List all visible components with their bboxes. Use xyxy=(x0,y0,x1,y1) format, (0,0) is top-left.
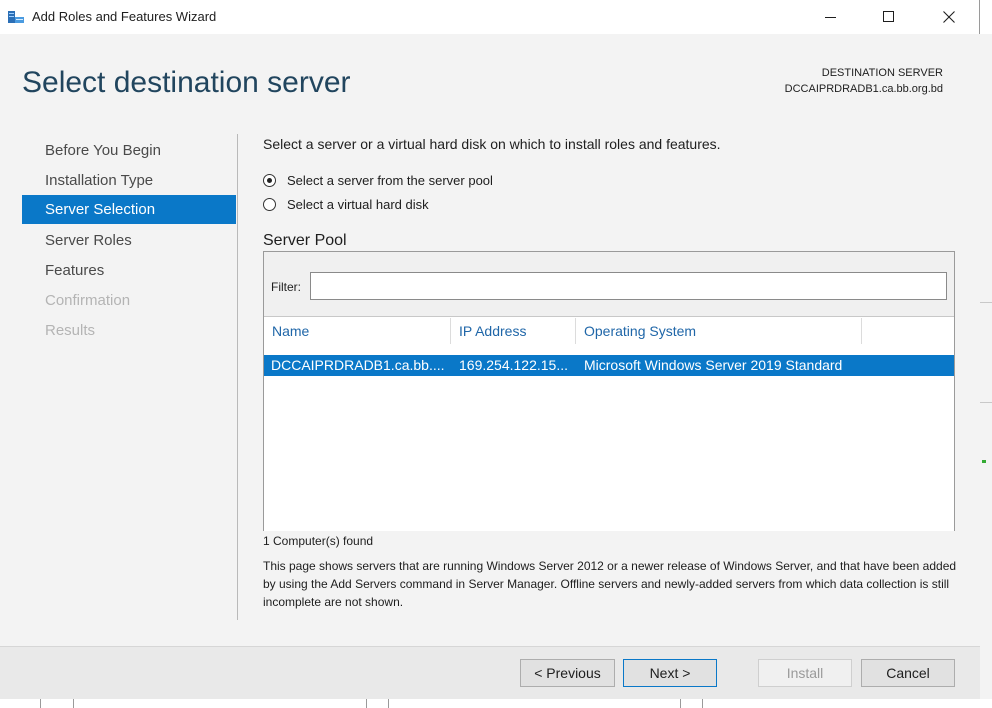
destination-server-label: DESTINATION SERVER xyxy=(821,67,943,79)
nav-item-server-roles[interactable]: Server Roles xyxy=(22,226,236,255)
server-pool-heading: Server Pool xyxy=(263,232,347,249)
server-manager-icon xyxy=(7,9,25,25)
nav-item-results: Results xyxy=(45,322,96,339)
background-divider xyxy=(702,699,703,708)
radio-server-pool[interactable]: Select a server from the server pool xyxy=(263,170,493,190)
column-header-operating-system[interactable]: Operating System xyxy=(576,316,861,346)
instruction-text: Select a server or a virtual hard disk o… xyxy=(263,136,721,152)
server-list xyxy=(264,316,954,531)
nav-item-features[interactable]: Features xyxy=(22,256,236,285)
background-divider xyxy=(980,402,992,403)
background-window xyxy=(980,34,992,708)
close-button[interactable] xyxy=(926,0,972,34)
background-divider xyxy=(980,302,992,303)
background-divider xyxy=(366,699,367,708)
column-header-ip-address[interactable]: IP Address xyxy=(451,316,575,346)
window-border xyxy=(979,0,980,34)
previous-button[interactable]: < Previous xyxy=(520,659,615,687)
column-separator[interactable] xyxy=(861,318,862,344)
minimize-icon xyxy=(825,17,836,18)
page-title: Select destination server xyxy=(22,66,351,99)
cancel-button[interactable]: Cancel xyxy=(861,659,955,687)
cell-operating-system: Microsoft Windows Server 2019 Standard xyxy=(584,357,843,373)
radio-virtual-hard-disk[interactable]: Select a virtual hard disk xyxy=(263,194,429,214)
description-text: This page shows servers that are running… xyxy=(263,559,957,609)
filter-input[interactable] xyxy=(310,272,947,300)
background-window-below xyxy=(0,699,992,708)
computers-found-count: 1 Computer(s) found xyxy=(263,534,374,548)
background-divider xyxy=(388,699,389,708)
radio-server-pool-label: Select a server from the server pool xyxy=(287,172,493,188)
maximize-icon xyxy=(883,11,894,22)
cell-server-name: DCCAIPRDRADB1.ca.bb.... xyxy=(271,357,445,373)
background-divider xyxy=(680,699,681,708)
maximize-button[interactable] xyxy=(866,0,912,34)
close-icon xyxy=(943,11,955,23)
radio-button-checked[interactable] xyxy=(263,173,276,187)
nav-item-confirmation: Confirmation xyxy=(45,292,131,309)
destination-server-value: DCCAIPRDRADB1.ca.bb.org.bd xyxy=(784,83,943,95)
minimize-button[interactable] xyxy=(808,0,854,34)
nav-item-before-you-begin[interactable]: Before You Begin xyxy=(22,136,236,165)
column-header-name[interactable]: Name xyxy=(264,316,450,346)
nav-item-server-selection[interactable]: Server Selection xyxy=(22,195,236,224)
window-title: Add Roles and Features Wizard xyxy=(32,9,217,24)
cell-ip-address: 169.254.122.15... xyxy=(459,357,568,373)
radio-vhd-label: Select a virtual hard disk xyxy=(287,196,429,212)
next-button[interactable]: Next > xyxy=(623,659,717,687)
background-divider xyxy=(40,699,41,708)
radio-button-unchecked[interactable] xyxy=(263,197,276,211)
install-button: Install xyxy=(758,659,852,687)
background-indicator xyxy=(982,460,986,463)
filter-label: Filter: xyxy=(271,280,301,294)
nav-divider xyxy=(237,134,238,620)
background-divider xyxy=(73,699,74,708)
nav-item-installation-type[interactable]: Installation Type xyxy=(22,166,236,195)
